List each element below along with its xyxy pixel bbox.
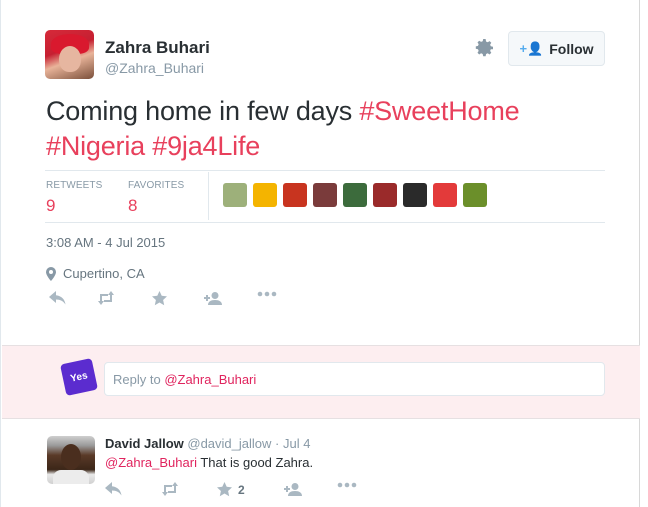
author-avatar[interactable]	[45, 30, 94, 79]
favorite-icon[interactable]	[152, 291, 167, 306]
reply-author-handle[interactable]: @david_jallow	[187, 436, 271, 451]
reply-placeholder-prefix: Reply to	[113, 372, 165, 387]
divider	[45, 222, 605, 223]
reply-placeholder-handle: @Zahra_Buhari	[164, 372, 257, 387]
location-pin-icon	[46, 266, 56, 281]
tweet-text-plain: Coming home in few days	[46, 96, 353, 126]
more-icon[interactable]	[257, 291, 277, 297]
gear-icon[interactable]	[475, 38, 495, 58]
hashtag-link[interactable]: #SweetHome	[359, 96, 519, 126]
tweet-permalink-container: Zahra Buhari @Zahra_Buhari +👤 Follow Com…	[0, 0, 640, 507]
favoriter-avatar[interactable]	[433, 183, 457, 207]
reply-header: David Jallow @david_jallow · Jul 4	[105, 436, 310, 451]
favoriter-avatar[interactable]	[223, 183, 247, 207]
avatar-face	[59, 46, 81, 72]
favorites-label: FAVORITES	[128, 180, 185, 191]
favorites-stat[interactable]: FAVORITES 8	[128, 180, 184, 216]
favoriter-avatar[interactable]	[283, 183, 307, 207]
reply-author-name[interactable]: David Jallow	[105, 436, 184, 451]
follow-label: Follow	[549, 40, 594, 57]
retweet-icon[interactable]	[96, 291, 116, 305]
reply-mention[interactable]: @Zahra_Buhari	[105, 455, 197, 470]
reply-body: That is good Zahra.	[200, 455, 314, 470]
favoriter-avatar[interactable]	[403, 183, 427, 207]
favoriter-avatar[interactable]	[313, 183, 337, 207]
reply-icon[interactable]	[105, 482, 122, 496]
follow-user-icon[interactable]	[283, 482, 303, 497]
favorites-count: 8	[128, 196, 138, 215]
avatar-face	[61, 444, 81, 470]
follow-user-icon[interactable]	[203, 291, 223, 306]
favoriter-avatar[interactable]	[253, 183, 277, 207]
favoriter-avatar[interactable]	[343, 183, 367, 207]
hashtag-link[interactable]: #Nigeria	[46, 131, 145, 161]
tweet-timestamp[interactable]: 3:08 AM - 4 Jul 2015	[46, 235, 165, 250]
reply-text: @Zahra_Buhari That is good Zahra.	[105, 455, 313, 470]
tweet-text: Coming home in few days #SweetHome #Nige…	[46, 94, 606, 164]
favoriter-avatar[interactable]	[463, 183, 487, 207]
retweets-label: RETWEETS	[46, 180, 103, 191]
current-user-avatar: Yes	[60, 358, 98, 396]
divider	[45, 170, 605, 171]
avatar-shirt	[53, 470, 89, 484]
reply-favorite-count: 2	[238, 482, 245, 497]
retweets-count: 9	[46, 196, 56, 215]
author-name[interactable]: Zahra Buhari	[105, 38, 210, 58]
favoriter-avatars	[223, 183, 487, 207]
favorite-icon[interactable]: 2	[217, 482, 245, 497]
tweet-location[interactable]: Cupertino, CA	[46, 266, 145, 281]
reply-icon[interactable]	[49, 291, 66, 305]
more-icon[interactable]	[337, 482, 357, 488]
retweet-icon[interactable]	[160, 482, 180, 496]
reply-author-avatar[interactable]	[47, 436, 95, 484]
avatar-text: Yes	[69, 369, 89, 385]
follow-button[interactable]: +👤 Follow	[508, 31, 605, 66]
hashtag-link[interactable]: #9ja4Life	[152, 131, 260, 161]
add-user-icon: +👤	[519, 40, 544, 56]
reply-time[interactable]: · Jul 4	[275, 436, 310, 451]
location-label: Cupertino, CA	[63, 266, 145, 281]
retweets-stat[interactable]: RETWEETS 9	[46, 180, 102, 216]
reply-input[interactable]: Reply to @Zahra_Buhari	[104, 362, 605, 396]
favoriter-avatar[interactable]	[373, 183, 397, 207]
stats-separator	[208, 172, 209, 220]
author-handle[interactable]: @Zahra_Buhari	[105, 60, 204, 76]
